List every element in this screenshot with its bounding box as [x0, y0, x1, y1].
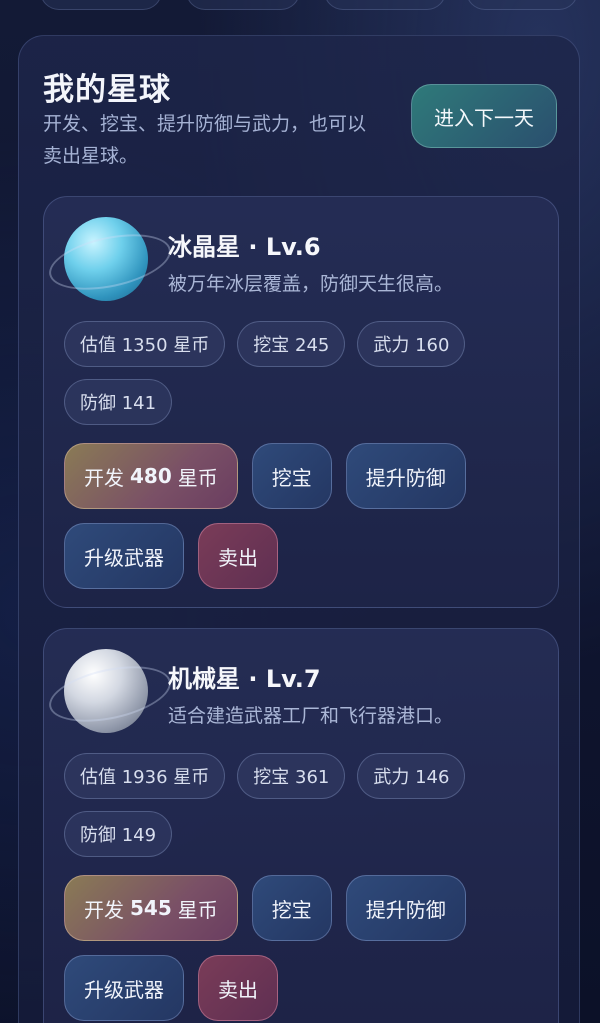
develop-label: 开发	[84, 897, 124, 922]
prev-section-pill	[324, 0, 446, 10]
sell-button[interactable]: 卖出	[198, 523, 278, 589]
stat-force: 武力 146	[357, 753, 466, 799]
stat-treasure: 挖宝 245	[237, 321, 346, 367]
upgrade-defense-button[interactable]: 提升防御	[345, 443, 466, 509]
planet-actions: 开发 545 星币 挖宝 提升防御 升级武器 卖出	[64, 875, 504, 1021]
planet-name: 冰晶星 · Lv.6	[168, 233, 321, 261]
stat-defense: 防御 141	[64, 379, 173, 425]
develop-label: 开发	[84, 465, 124, 490]
develop-cost: 545	[130, 896, 172, 920]
upgrade-weapon-button[interactable]: 升级武器	[64, 523, 184, 589]
prev-section-pill	[40, 0, 162, 10]
develop-cost: 480	[130, 464, 172, 488]
stat-treasure: 挖宝 361	[237, 753, 346, 799]
prev-section-pill	[466, 0, 578, 10]
stat-defense: 防御 149	[64, 811, 173, 857]
planet-card: 机械星 · Lv.7 适合建造武器工厂和飞行器港口。 估值 1936 星币 挖宝…	[43, 628, 559, 1023]
upgrade-weapon-button[interactable]: 升级武器	[64, 955, 184, 1021]
develop-button[interactable]: 开发 545 星币	[64, 875, 238, 941]
planet-card: 冰晶星 · Lv.6 被万年冰层覆盖，防御天生很高。 估值 1350 星币 挖宝…	[43, 196, 559, 608]
next-day-button[interactable]: 进入下一天	[411, 84, 557, 148]
prev-section-pill	[186, 0, 300, 10]
panel-title: 我的星球	[43, 72, 171, 108]
stat-value: 估值 1350 星币	[64, 321, 226, 367]
panel-description: 开发、挖宝、提升防御与武力，也可以卖出星球。	[43, 113, 367, 167]
planet-description: 适合建造武器工厂和飞行器港口。	[168, 705, 454, 727]
upgrade-defense-button[interactable]: 提升防御	[345, 875, 466, 941]
develop-button[interactable]: 开发 480 星币	[64, 443, 238, 509]
stat-value: 估值 1936 星币	[64, 753, 226, 799]
stat-force: 武力 160	[357, 321, 466, 367]
planet-actions: 开发 480 星币 挖宝 提升防御 升级武器 卖出	[64, 443, 504, 589]
planet-name: 机械星 · Lv.7	[168, 665, 321, 693]
treasure-button[interactable]: 挖宝	[251, 875, 332, 941]
my-planets-panel: 我的星球 开发、挖宝、提升防御与武力，也可以卖出星球。 进入下一天 冰晶星 · …	[18, 35, 580, 1023]
treasure-button[interactable]: 挖宝	[251, 443, 332, 509]
planet-stats: 估值 1350 星币 挖宝 245 武力 160 防御 141	[64, 321, 504, 425]
develop-currency: 星币	[177, 465, 218, 490]
planet-stats: 估值 1936 星币 挖宝 361 武力 146 防御 149	[64, 753, 504, 857]
develop-currency: 星币	[177, 897, 218, 922]
planet-description: 被万年冰层覆盖，防御天生很高。	[168, 273, 454, 295]
sell-button[interactable]: 卖出	[198, 955, 278, 1021]
